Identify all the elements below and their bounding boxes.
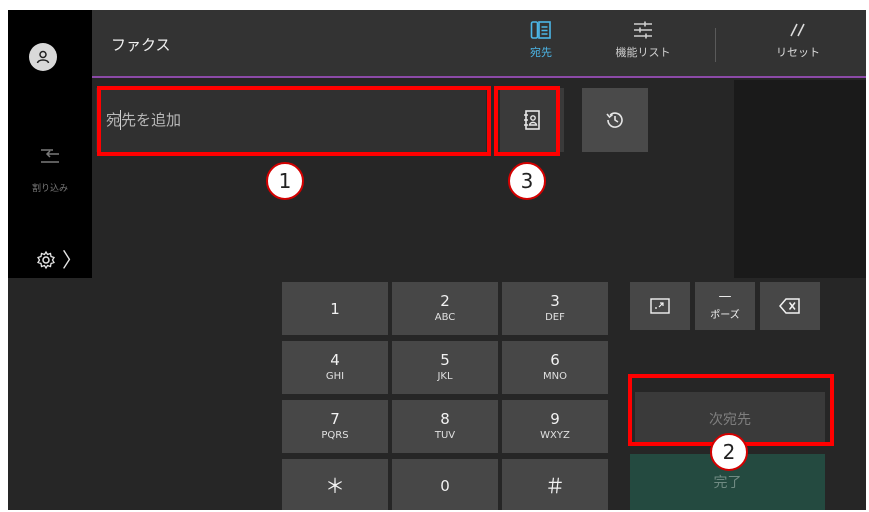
pause-button[interactable]: — ポーズ [695, 282, 755, 330]
keypad-key-letters: GHI [325, 371, 345, 382]
function-list-label: 機能リスト [615, 46, 671, 59]
interrupt-label: 割り込み [31, 184, 68, 194]
keypad-key[interactable]: 5 JKL [392, 341, 498, 394]
keypad-key[interactable]: 9 WXYZ [502, 400, 608, 453]
keypad-key[interactable]: 6 MNO [502, 341, 608, 394]
gear-icon [37, 250, 55, 270]
pause-label: ポーズ [710, 309, 740, 321]
keypad-key[interactable]: 2 ABC [392, 282, 498, 335]
keypad-key-digit: ＃ [545, 473, 565, 498]
keypad-key-letters: ABC [434, 312, 456, 323]
keypad-key-digit: 2 [440, 292, 450, 310]
keypad-key[interactable]: 8 TUV [392, 400, 498, 453]
destination-preview-panel [734, 80, 866, 278]
destination-tab[interactable]: 宛先 [518, 20, 564, 60]
header-divider [715, 28, 716, 62]
keypad-key-digit: 4 [330, 351, 340, 369]
function-list-button[interactable]: 機能リスト [598, 20, 688, 60]
keypad-key-digit: 9 [550, 410, 560, 428]
keypad-key-digit: ＊ [325, 473, 345, 498]
dial-mode-icon [650, 298, 670, 314]
callout-number-1: 1 [266, 162, 304, 200]
user-avatar-button[interactable] [29, 43, 57, 71]
reset-label: リセット [776, 46, 820, 59]
keypad-key[interactable]: ＃ [502, 459, 608, 510]
keypad-key-digit: 3 [550, 292, 560, 310]
header-bar: ファクス 宛先 機能リスト リセット [92, 10, 866, 78]
done-label: 完了 [713, 475, 742, 491]
user-icon [36, 50, 50, 64]
callout-number-2: 2 [710, 433, 748, 471]
callout-box-address-book [494, 86, 560, 156]
keypad-key-letters: DEF [545, 312, 565, 323]
reset-button[interactable]: リセット [748, 20, 848, 60]
pause-dash: — [718, 288, 732, 304]
page-title: ファクス [111, 36, 171, 54]
keypad-key[interactable]: 7 PQRS [282, 400, 388, 453]
keypad-key-digit: 0 [440, 476, 450, 495]
history-button[interactable] [582, 88, 648, 152]
keypad-key-digit: 5 [440, 351, 450, 369]
keypad-key[interactable]: 1 [282, 282, 388, 335]
keypad-key-digit: 8 [440, 410, 450, 428]
delete-icon [779, 298, 800, 314]
interrupt-button[interactable]: 割り込み [8, 146, 92, 195]
keypad-key[interactable]: ＊ [282, 459, 388, 510]
keypad-key-digit: 6 [550, 351, 560, 369]
destination-icon [530, 21, 551, 39]
chevron-right-icon: 〉 [62, 248, 82, 272]
keypad-key[interactable]: 0 [392, 459, 498, 510]
keypad-key-letters: MNO [543, 371, 567, 382]
keypad-key-letters: PQRS [321, 430, 349, 441]
keypad-key-letters: JKL [437, 371, 453, 382]
dial-mode-button[interactable] [630, 282, 690, 330]
left-rail: 割り込み 〉 [8, 10, 92, 278]
callout-number-3: 3 [508, 162, 546, 200]
delete-button[interactable] [760, 282, 820, 330]
keypad-key[interactable]: 3 DEF [502, 282, 608, 335]
history-icon [606, 112, 623, 128]
function-list-icon [634, 21, 652, 39]
keypad-key-digit: 1 [330, 299, 340, 318]
callout-box-destination-input [97, 86, 491, 156]
interrupt-icon [41, 149, 59, 163]
keypad-key-letters: TUV [434, 430, 456, 441]
keypad-key[interactable]: 4 GHI [282, 341, 388, 394]
reset-icon [790, 23, 805, 37]
keypad-key-digit: 7 [330, 410, 340, 428]
settings-button[interactable]: 〉 [36, 250, 82, 270]
destination-tab-label: 宛先 [530, 46, 552, 59]
keypad-key-letters: WXYZ [540, 430, 570, 441]
